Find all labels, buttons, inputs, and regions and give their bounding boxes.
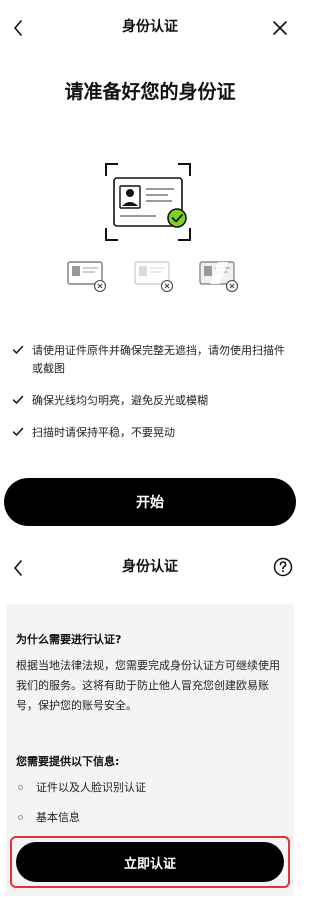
back-button[interactable] — [6, 14, 30, 42]
question-circle-icon — [273, 557, 293, 577]
check-icon — [12, 345, 24, 354]
tip-text: 请使用证件原件并确保完整无遮挡，请勿使用扫描件或截图 — [32, 344, 285, 375]
page-title: 身份认证 — [122, 19, 178, 35]
glare-example-card-icon — [199, 261, 238, 293]
requirement-item: 基本信息 — [16, 810, 284, 826]
id-card-scan-illustration — [105, 163, 191, 241]
back-button[interactable] — [6, 554, 30, 582]
top-nav-bar-2: 身份认证 — [0, 548, 300, 588]
tip-text: 扫描时请保持平稳，不要晃动 — [32, 426, 175, 439]
chevron-left-icon — [14, 20, 22, 36]
tip-item: 扫描时请保持平稳，不要晃动 — [12, 424, 288, 442]
tip-item: 请使用证件原件并确保完整无遮挡，请勿使用扫描件或截图 — [12, 342, 288, 378]
verify-now-button[interactable]: 立即认证 — [16, 842, 284, 882]
requirements-list: 证件以及人脸识别认证 基本信息 — [16, 780, 284, 840]
close-button[interactable] — [266, 14, 294, 42]
check-icon — [12, 427, 24, 436]
check-icon — [12, 395, 24, 404]
start-button[interactable]: 开始 — [4, 478, 296, 526]
close-icon — [273, 21, 287, 35]
tip-item: 确保光线均匀明亮，避免反光或模糊 — [12, 392, 288, 410]
headline: 请准备好您的身份证 — [64, 81, 236, 103]
tip-text: 确保光线均匀明亮，避免反光或模糊 — [32, 394, 208, 407]
requirement-text: 证件以及人脸识别认证 — [36, 781, 146, 794]
chevron-left-icon — [14, 560, 22, 576]
requirement-item: 证件以及人脸识别认证 — [16, 780, 284, 796]
app-screen: 身份认证 请准备好您的身份证 请使用证件原件并确保完整无遮挡，请勿使用扫描件或截… — [0, 0, 300, 902]
why-text: 根据当地法律法规，您需要完成身份认证方可继续使用我们的服务。这将有助于防止他人冒… — [16, 659, 280, 712]
requirements-title: 您需要提供以下信息: — [16, 755, 120, 768]
bullet-icon — [18, 785, 23, 790]
page-title: 身份认证 — [122, 559, 178, 575]
why-title: 为什么需要进行认证? — [16, 633, 122, 646]
bad-example-card-icon — [67, 261, 106, 293]
blurry-example-card-icon — [134, 261, 173, 293]
tips-list: 请使用证件原件并确保完整无遮挡，请勿使用扫描件或截图 确保光线均匀明亮，避免反光… — [12, 342, 288, 456]
top-nav-bar: 身份认证 — [0, 0, 300, 56]
requirement-text: 基本信息 — [36, 811, 80, 824]
bullet-icon — [18, 815, 23, 820]
help-button[interactable] — [270, 554, 296, 580]
